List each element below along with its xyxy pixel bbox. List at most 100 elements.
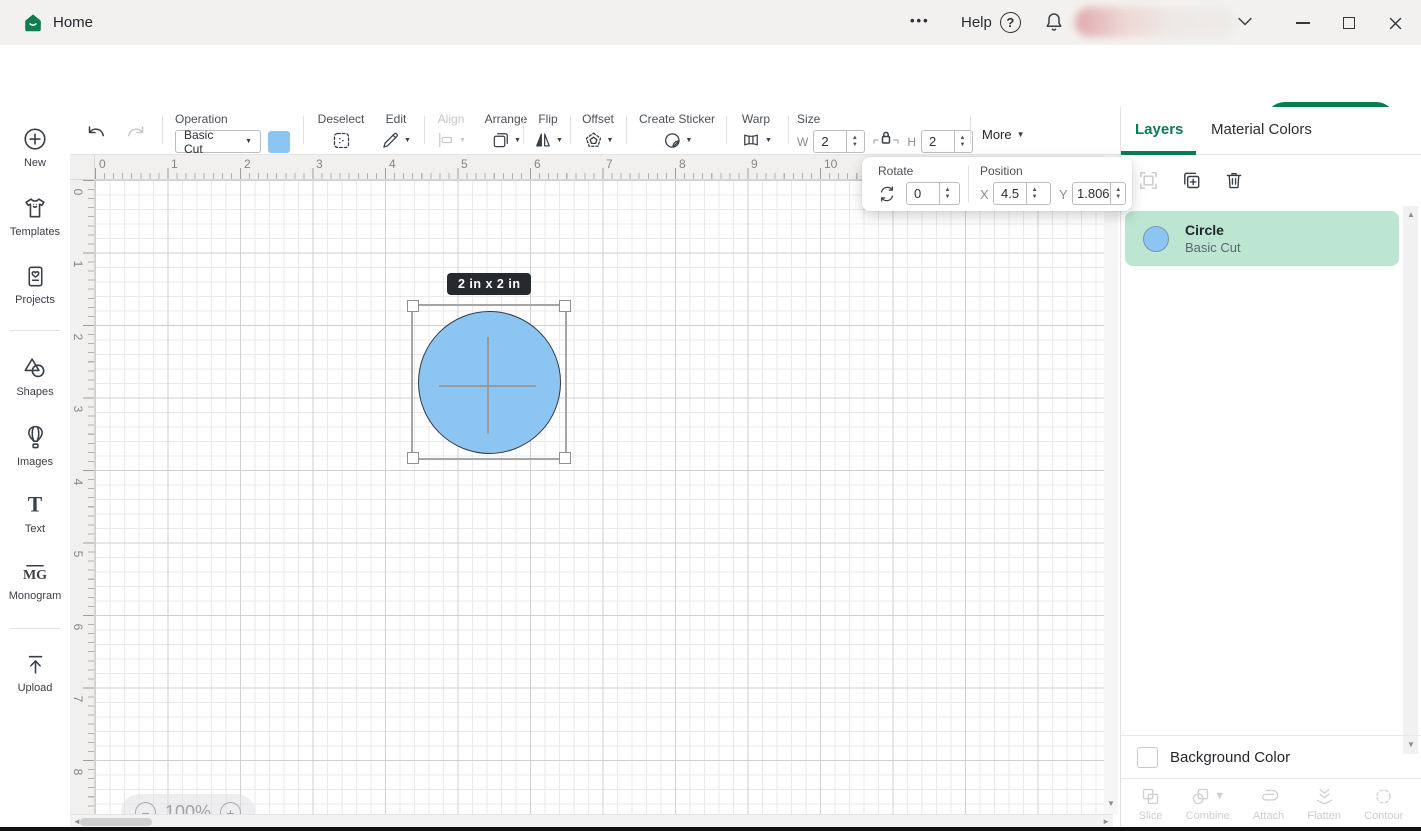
align-button[interactable]: Align ▼ (428, 112, 474, 150)
help-button[interactable]: Help ? (961, 12, 1021, 33)
maximize-button[interactable] (1336, 10, 1362, 36)
resize-handle-se[interactable] (559, 452, 571, 464)
width-value: 2 (814, 131, 846, 152)
position-x-input[interactable]: 4.5 ▲▼ (993, 182, 1051, 205)
sidebar-divider (10, 628, 60, 629)
flatten-button[interactable]: Flatten (1307, 786, 1341, 822)
sidebar-item-images[interactable]: Images (0, 424, 70, 468)
attach-button[interactable]: Attach (1253, 786, 1284, 822)
sidebar-item-label: New (24, 157, 46, 169)
position-x-stepper[interactable]: ▲▼ (1026, 183, 1042, 204)
left-sidebar: New Templates Projects Shapes (0, 107, 71, 831)
circle-shape[interactable] (418, 311, 561, 454)
operation-dropdown[interactable]: Basic Cut ▼ (175, 130, 261, 153)
canvas-vertical-scrollbar[interactable]: ▲ ▼ (1104, 155, 1118, 814)
offset-button[interactable]: Offset ▼ (574, 112, 622, 151)
maximize-icon (1343, 17, 1355, 29)
account-menu-chevron[interactable] (1235, 14, 1255, 30)
duplicate-icon[interactable] (1180, 169, 1203, 192)
canvas-grid[interactable]: 2 in x 2 in − 100% + (95, 180, 1104, 814)
layer-name: Circle (1185, 222, 1241, 238)
sidebar-item-upload[interactable]: Upload (0, 652, 70, 694)
arrange-button[interactable]: Arrange ▼ (478, 112, 534, 150)
background-color-checkbox[interactable] (1137, 747, 1158, 768)
overflow-menu-button[interactable]: ••• (910, 13, 930, 28)
sidebar-item-label: Upload (18, 682, 53, 694)
notifications-button[interactable] (1042, 10, 1066, 34)
sidebar-item-new[interactable]: New (0, 126, 70, 169)
plus-circle-icon (22, 126, 48, 152)
rotate-input[interactable]: 0 ▲▼ (906, 182, 960, 205)
height-stepper[interactable]: ▲▼ (954, 131, 970, 152)
rotate-stepper[interactable]: ▲▼ (939, 183, 955, 204)
ruler-number: 8 (679, 157, 686, 171)
group-icon[interactable] (1137, 169, 1160, 192)
deselect-button[interactable]: Deselect (313, 112, 369, 151)
user-account-blurred[interactable] (1075, 7, 1235, 37)
height-input[interactable]: 2 ▲▼ (921, 130, 973, 153)
canvas-horizontal-scrollbar[interactable]: ◄ ► (70, 814, 1113, 828)
flip-button[interactable]: Flip ▼ (527, 112, 569, 150)
sidebar-item-shapes[interactable]: Shapes (0, 355, 70, 398)
contour-button[interactable]: Contour (1364, 786, 1403, 822)
scroll-right-icon[interactable]: ► (1102, 818, 1110, 826)
position-y-input[interactable]: 1.806 ▲▼ (1072, 182, 1126, 205)
edit-button[interactable]: Edit ▼ (375, 112, 417, 150)
edit-label: Edit (386, 112, 407, 126)
minimize-button[interactable] (1290, 10, 1316, 36)
overflow-menu-dots: ••• (910, 13, 930, 28)
sidebar-item-projects[interactable]: Projects (0, 264, 70, 306)
sidebar-item-label: Images (17, 456, 53, 468)
tab-material-colors[interactable]: Material Colors (1211, 121, 1312, 138)
slice-button[interactable]: Slice (1139, 786, 1163, 822)
toolbar-divider (303, 116, 304, 144)
sidebar-item-text[interactable]: T Text (0, 492, 70, 535)
text-icon: T (22, 492, 48, 518)
position-y-stepper[interactable]: ▲▼ (1110, 183, 1125, 204)
sidebar-item-monogram[interactable]: MG Monogram (0, 559, 70, 602)
warp-icon (740, 130, 762, 150)
scrollbar-thumb[interactable] (80, 818, 152, 826)
rotate-icon[interactable] (877, 184, 897, 204)
warp-button[interactable]: Warp ▼ (732, 112, 780, 150)
undo-button[interactable] (86, 124, 108, 142)
toolbar-divider (726, 116, 727, 144)
scroll-down-icon[interactable]: ▼ (1107, 800, 1115, 808)
toolbar-divider (570, 116, 571, 144)
titlebar: Home Canvas ••• Help ? (0, 0, 1421, 45)
resize-handle-sw[interactable] (407, 452, 419, 464)
resize-handle-nw[interactable] (407, 300, 419, 312)
operation-color-swatch[interactable] (268, 131, 290, 153)
tab-home[interactable]: Home (0, 0, 104, 45)
align-label: Align (438, 112, 465, 126)
size-tooltip: 2 in x 2 in (447, 273, 531, 295)
position-x-value: 4.5 (994, 183, 1026, 204)
ruler-number: 3 (316, 157, 323, 171)
sidebar-item-templates[interactable]: Templates (0, 195, 70, 238)
resize-handle-ne[interactable] (559, 300, 571, 312)
delete-icon[interactable] (1223, 169, 1245, 192)
background-color-row: Background Color (1121, 735, 1421, 778)
dropdown-caret-icon: ▼ (1214, 790, 1225, 802)
width-stepper[interactable]: ▲▼ (846, 131, 862, 152)
contour-icon (1373, 786, 1394, 807)
ruler-number: 0 (71, 185, 85, 199)
size-lock-icon[interactable] (870, 127, 902, 149)
more-button[interactable]: More ▼ (982, 127, 1025, 142)
ruler-number: 0 (99, 157, 106, 171)
layer-row-circle[interactable]: Circle Basic Cut (1125, 211, 1399, 266)
close-button[interactable] (1382, 10, 1408, 36)
flatten-label: Flatten (1307, 810, 1341, 822)
attach-label: Attach (1253, 810, 1284, 822)
bell-icon (1042, 10, 1066, 34)
tab-layers[interactable]: Layers (1135, 121, 1183, 138)
dropdown-caret-icon: ▼ (686, 137, 693, 144)
create-sticker-button[interactable]: Create Sticker ▼ (632, 112, 722, 151)
scroll-up-icon[interactable]: ▲ (1407, 211, 1415, 219)
redo-button[interactable] (124, 124, 146, 142)
combine-button[interactable]: ▼ Combine (1186, 786, 1230, 822)
shirt-icon (22, 195, 48, 221)
panel-scrollbar[interactable]: ▲ ▼ (1403, 206, 1418, 754)
svg-text:T: T (28, 493, 43, 517)
width-input[interactable]: 2 ▲▼ (813, 130, 865, 153)
